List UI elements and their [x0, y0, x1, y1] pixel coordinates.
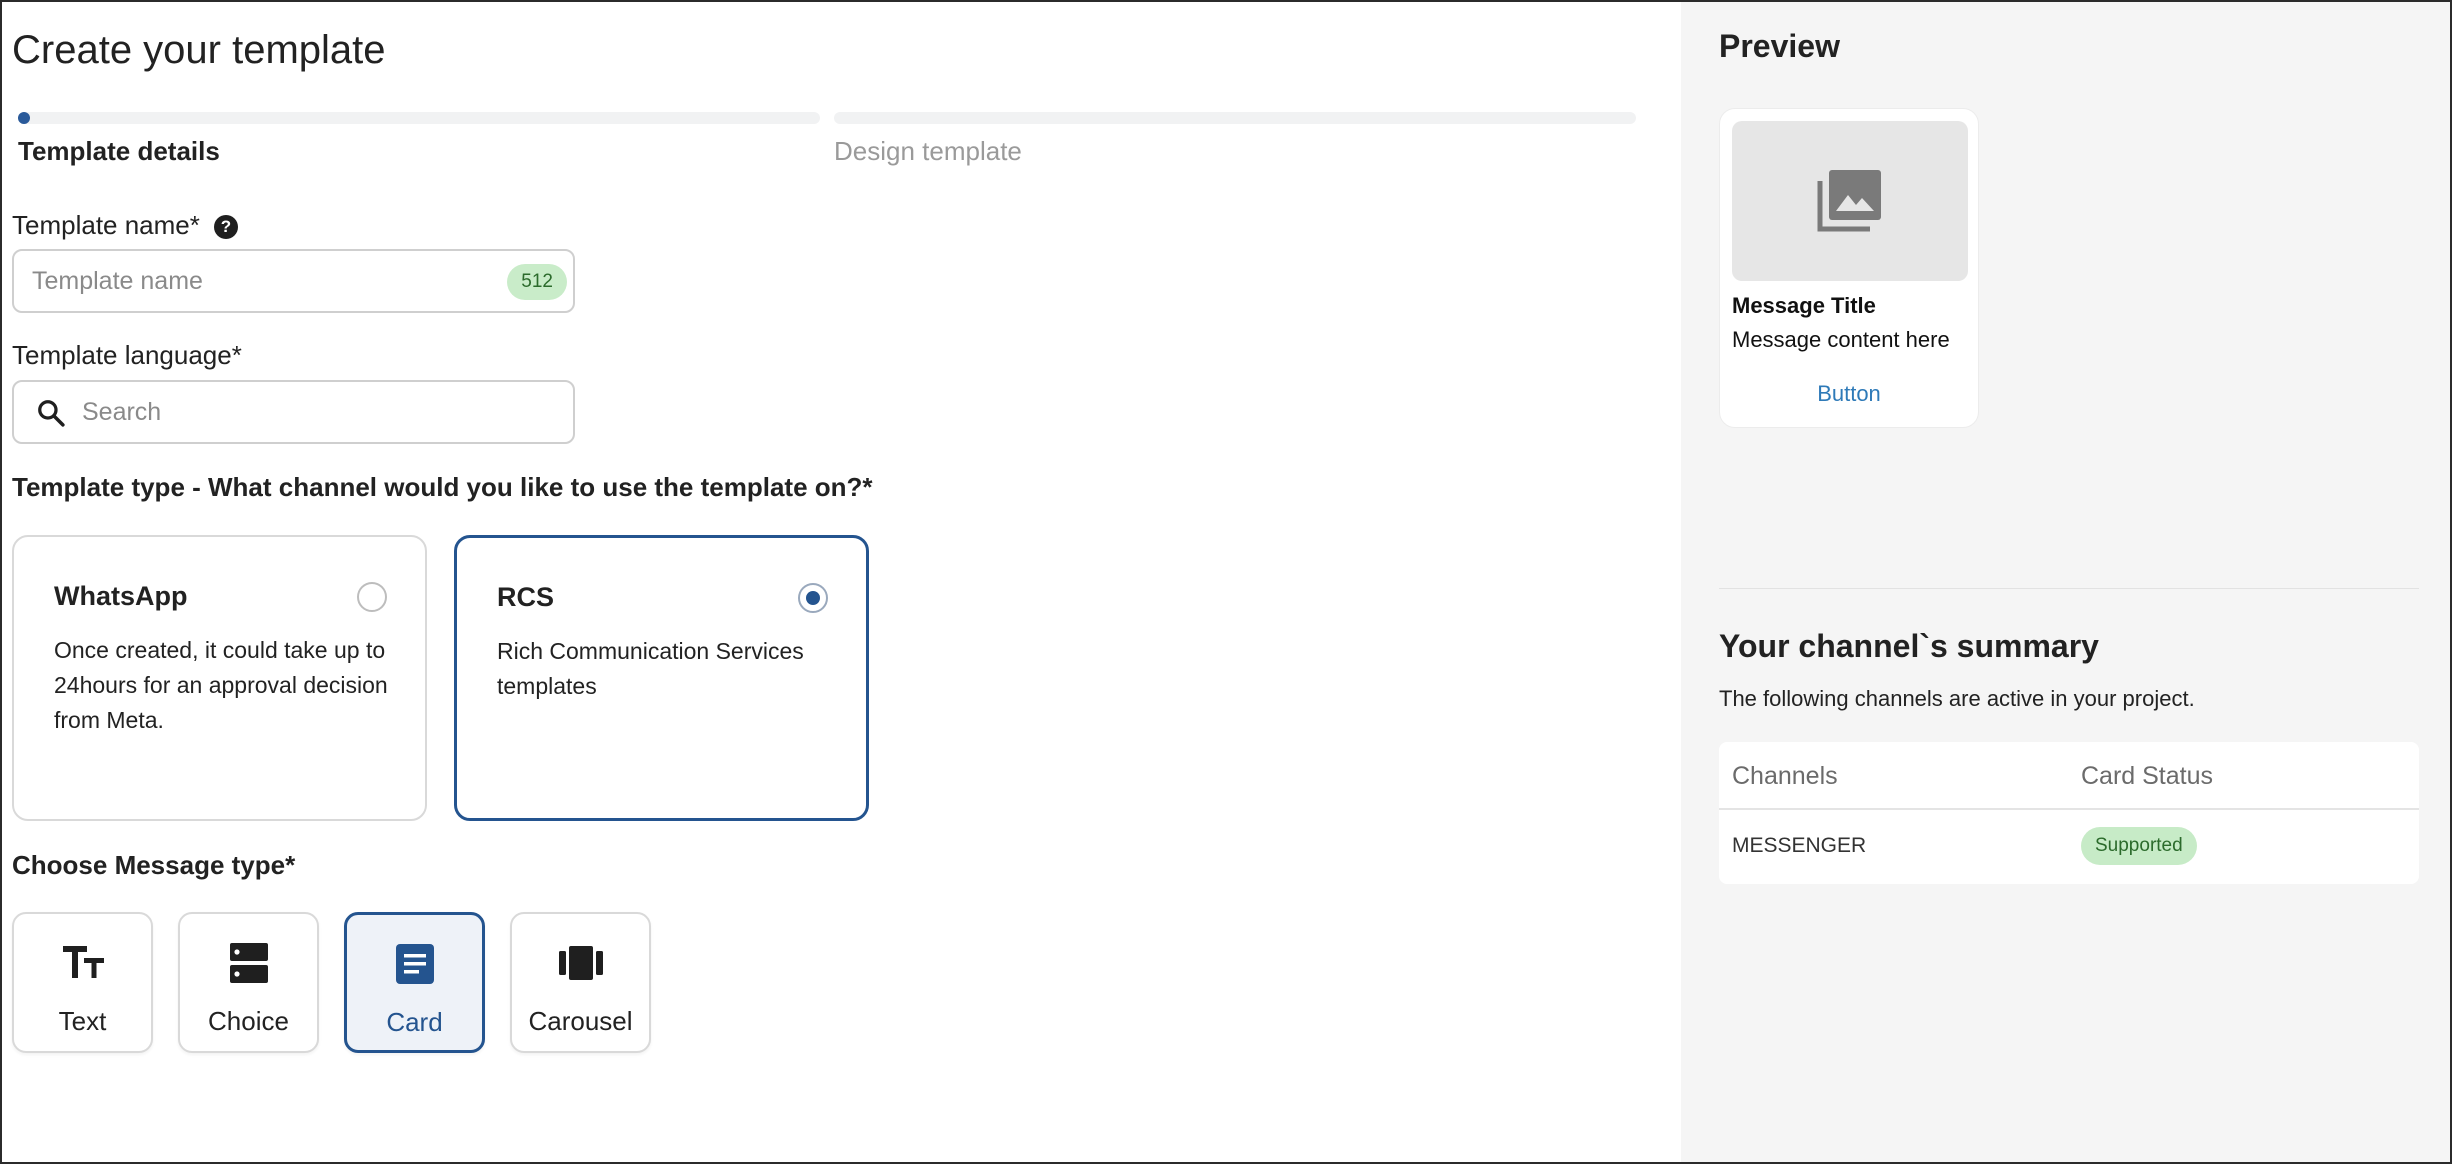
- preview-media-placeholder: [1732, 121, 1968, 281]
- column-header-channels: Channels: [1732, 762, 1838, 790]
- table-header-divider: [1719, 808, 2419, 810]
- main-form-pane: Create your template Template details De…: [0, 0, 1681, 1164]
- step-progress-dot: [18, 112, 30, 124]
- channel-option-description: Once created, it could take up to 24hour…: [54, 637, 388, 733]
- text-format-icon: [62, 946, 104, 978]
- channel-option-title: WhatsApp: [54, 581, 188, 611]
- template-language-search-input[interactable]: [82, 382, 552, 442]
- message-type-card[interactable]: Card: [344, 912, 485, 1053]
- message-type-text[interactable]: Text: [12, 912, 153, 1053]
- message-type-label-text: Card: [386, 1007, 443, 1037]
- template-name-field[interactable]: 512: [12, 249, 575, 313]
- step-design-template[interactable]: Design template: [834, 136, 1022, 167]
- channel-summary-table: Channels Card Status MESSENGER Supported: [1719, 742, 2419, 884]
- carousel-icon: [558, 946, 603, 980]
- message-type-label: Choose Message type*: [12, 850, 296, 880]
- channel-option-rcs[interactable]: RCS Rich Communication Services template…: [454, 535, 869, 821]
- step-template-details[interactable]: Template details: [18, 136, 220, 167]
- status-badge: Supported: [2081, 827, 2197, 865]
- template-type-question: Template type - What channel would you l…: [12, 472, 873, 502]
- message-type-choice[interactable]: Choice: [178, 912, 319, 1053]
- step-progress-track-1: [18, 112, 820, 124]
- template-name-label: Template name*?: [12, 210, 238, 241]
- channel-summary-title: Your channel`s summary: [1719, 628, 2099, 664]
- template-language-label: Template language*: [12, 340, 242, 370]
- search-icon: [38, 400, 65, 427]
- template-name-label-text: Template name*: [12, 210, 200, 240]
- page-title: Create your template: [12, 28, 386, 72]
- card-article-icon: [395, 944, 434, 984]
- preview-card-title: Message Title: [1732, 293, 1876, 318]
- message-type-carousel[interactable]: Carousel: [510, 912, 651, 1053]
- preview-card-content: Message content here: [1732, 327, 1950, 352]
- question-circle-icon[interactable]: ?: [213, 215, 238, 239]
- channel-option-title: RCS: [497, 582, 555, 612]
- whatsapp-radio[interactable]: [357, 582, 387, 612]
- preview-message-card: Message Title Message content here Butto…: [1719, 108, 1979, 428]
- message-type-label-text: Carousel: [528, 1006, 633, 1036]
- section-divider: [1719, 588, 2419, 589]
- image-placeholder-icon: [1817, 170, 1881, 232]
- message-type-label-text: Choice: [208, 1006, 289, 1036]
- preview-card-button[interactable]: Button: [1720, 381, 1978, 407]
- table-cell-channel: MESSENGER: [1732, 834, 1867, 857]
- column-header-card-status: Card Status: [2081, 762, 2214, 790]
- channel-option-description: Rich Communication Services templates: [497, 638, 804, 699]
- channel-option-whatsapp[interactable]: WhatsApp Once created, it could take up …: [12, 535, 427, 821]
- stepper: Template details Design template: [18, 110, 1638, 170]
- preview-title: Preview: [1719, 28, 1840, 64]
- step-progress-track-2: [834, 112, 1636, 124]
- character-counter-badge: 512: [507, 264, 567, 300]
- rcs-radio[interactable]: [798, 583, 828, 613]
- template-name-input[interactable]: [32, 251, 472, 311]
- message-type-label-text: Text: [58, 1006, 107, 1036]
- choice-list-icon: [229, 943, 268, 983]
- preview-pane: Preview Message Title Message content he…: [1681, 2, 2450, 1162]
- channel-summary-subtitle: The following channels are active in you…: [1719, 686, 2195, 711]
- template-language-field[interactable]: [12, 380, 575, 444]
